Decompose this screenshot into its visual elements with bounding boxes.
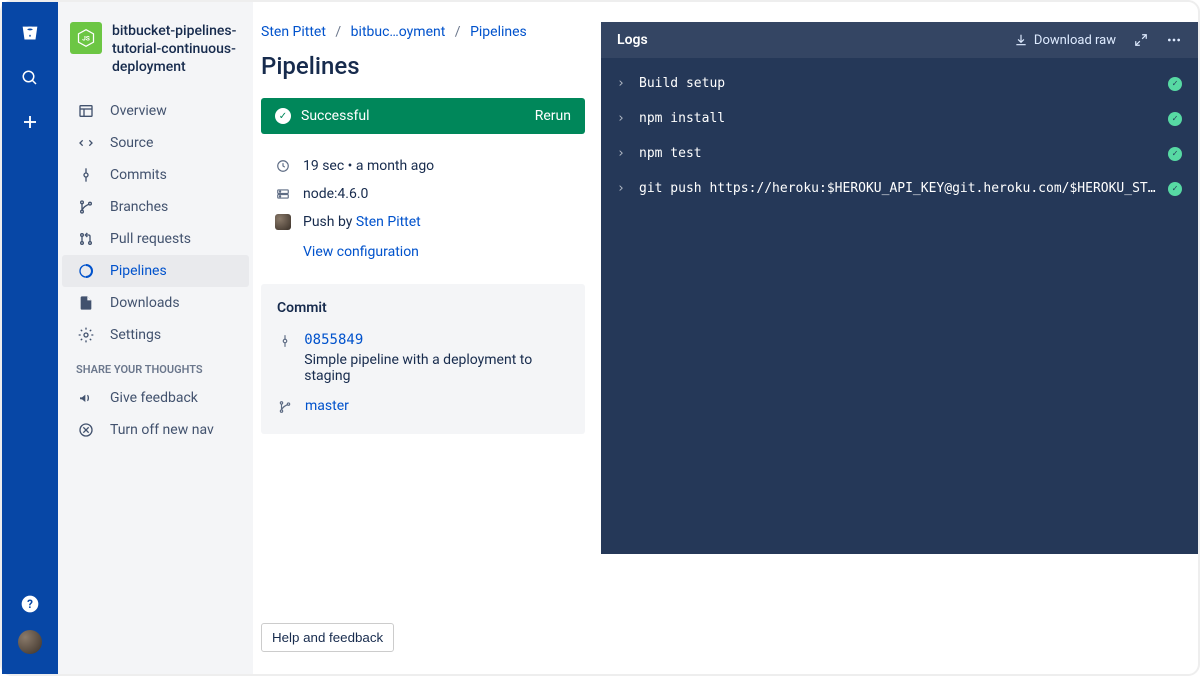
- chevron-right-icon: ›: [617, 111, 631, 126]
- source-icon: [76, 135, 96, 151]
- sidebar: JS bitbucket-pipelines-tutorial-continuo…: [58, 2, 253, 674]
- search-icon[interactable]: [18, 66, 42, 90]
- log-text: npm test: [639, 146, 1160, 161]
- log-line[interactable]: › git push https://heroku:$HEROKU_API_KE…: [617, 171, 1182, 206]
- sidebar-section-label: SHARE YOUR THOUGHTS: [62, 351, 249, 382]
- sidebar-item-label: Pipelines: [110, 263, 167, 279]
- breadcrumb-repo[interactable]: bitbuc…oyment: [351, 24, 446, 40]
- sidebar-item-label: Turn off new nav: [110, 422, 214, 438]
- commit-message: Simple pipeline with a deployment to sta…: [304, 352, 569, 384]
- help-feedback-button[interactable]: Help and feedback: [261, 623, 394, 652]
- logs-panel: Logs Download raw › Bu: [601, 22, 1198, 554]
- step-success-icon: ✓: [1168, 77, 1182, 91]
- breadcrumb-current[interactable]: Pipelines: [470, 24, 527, 40]
- download-raw-label: Download raw: [1034, 33, 1116, 48]
- more-icon[interactable]: [1166, 32, 1182, 48]
- create-icon[interactable]: [18, 110, 42, 134]
- author-row: Push by Sten Pittet: [261, 208, 585, 236]
- sidebar-item-overview[interactable]: Overview: [62, 95, 249, 127]
- sidebar-item-pull-requests[interactable]: Pull requests: [62, 223, 249, 255]
- branches-icon: [76, 199, 96, 215]
- step-success-icon: ✓: [1168, 147, 1182, 161]
- settings-icon: [76, 327, 96, 343]
- log-text: Build setup: [639, 76, 1160, 91]
- overview-icon: [76, 103, 96, 119]
- download-raw-button[interactable]: Download raw: [1014, 33, 1116, 48]
- log-text: npm install: [639, 111, 1160, 126]
- rerun-button[interactable]: Rerun: [535, 108, 571, 124]
- close-circle-icon: [76, 422, 96, 438]
- bitbucket-logo-icon[interactable]: [18, 22, 42, 46]
- pipelines-icon: [76, 263, 96, 279]
- image-text: node:4.6.0: [303, 186, 368, 202]
- megaphone-icon: [76, 390, 96, 406]
- logs-header: Logs Download raw: [601, 22, 1198, 58]
- status-label: Successful: [301, 108, 370, 124]
- log-line[interactable]: › npm test ✓: [617, 136, 1182, 171]
- pull-requests-icon: [76, 231, 96, 247]
- step-success-icon: ✓: [1168, 112, 1182, 126]
- branch-link[interactable]: master: [305, 398, 349, 414]
- duration-row: 19 sec • a month ago: [261, 152, 585, 180]
- duration-text: 19 sec • a month ago: [303, 158, 434, 174]
- expand-icon[interactable]: [1134, 33, 1148, 47]
- breadcrumbs: Sten Pittet / bitbuc…oyment / Pipelines: [261, 24, 585, 40]
- chevron-right-icon: ›: [617, 76, 631, 91]
- page-title: Pipelines: [261, 52, 585, 80]
- sidebar-item-settings[interactable]: Settings: [62, 319, 249, 351]
- project-name[interactable]: bitbucket-pipelines-tutorial-continuous-…: [112, 22, 241, 77]
- global-nav: ?: [2, 2, 58, 674]
- help-icon[interactable]: ?: [18, 592, 42, 616]
- image-row: node:4.6.0: [261, 180, 585, 208]
- commits-icon: [76, 167, 96, 183]
- log-line[interactable]: › npm install ✓: [617, 101, 1182, 136]
- sidebar-item-pipelines[interactable]: Pipelines: [62, 255, 249, 287]
- pipeline-detail-column: Sten Pittet / bitbuc…oyment / Pipelines …: [253, 2, 593, 674]
- commit-card: Commit 0855849 Simple pipeline with a de…: [261, 284, 585, 434]
- view-configuration-link[interactable]: View configuration: [303, 244, 419, 260]
- commit-heading: Commit: [277, 300, 569, 316]
- sidebar-item-label: Overview: [110, 103, 167, 119]
- chevron-right-icon: ›: [617, 146, 631, 161]
- logs-body: › Build setup ✓ › npm install ✓ › npm te…: [601, 58, 1198, 222]
- sidebar-item-label: Pull requests: [110, 231, 191, 247]
- main-content: Sten Pittet / bitbuc…oyment / Pipelines …: [253, 2, 1198, 674]
- sidebar-item-source[interactable]: Source: [62, 127, 249, 159]
- author-link[interactable]: Sten Pittet: [356, 214, 421, 230]
- sidebar-item-label: Source: [110, 135, 153, 151]
- sidebar-item-downloads[interactable]: Downloads: [62, 287, 249, 319]
- sidebar-item-label: Commits: [110, 167, 167, 183]
- log-text: git push https://heroku:$HEROKU_API_KEY@…: [639, 181, 1160, 196]
- svg-text:?: ?: [27, 597, 33, 611]
- project-header: JS bitbucket-pipelines-tutorial-continuo…: [62, 22, 249, 95]
- commit-icon: [277, 334, 292, 348]
- sidebar-item-commits[interactable]: Commits: [62, 159, 249, 191]
- pipeline-status-bar: ✓ Successful Rerun: [261, 98, 585, 134]
- step-success-icon: ✓: [1168, 182, 1182, 196]
- sidebar-item-turn-off-nav[interactable]: Turn off new nav: [62, 414, 249, 446]
- sidebar-item-branches[interactable]: Branches: [62, 191, 249, 223]
- nodejs-logo-icon: JS: [70, 22, 102, 54]
- breadcrumb-owner[interactable]: Sten Pittet: [261, 24, 326, 40]
- svg-text:JS: JS: [82, 35, 90, 43]
- logs-title: Logs: [617, 32, 648, 48]
- server-icon: [275, 187, 291, 201]
- success-check-icon: ✓: [275, 108, 291, 124]
- sidebar-item-label: Branches: [110, 199, 168, 215]
- sidebar-item-label: Settings: [110, 327, 161, 343]
- push-prefix: Push by: [303, 214, 356, 230]
- downloads-icon: [76, 295, 96, 311]
- sidebar-item-label: Downloads: [110, 295, 180, 311]
- user-avatar[interactable]: [18, 630, 42, 654]
- branch-icon: [277, 400, 293, 414]
- log-line[interactable]: › Build setup ✓: [617, 66, 1182, 101]
- author-avatar-icon: [275, 214, 291, 230]
- chevron-right-icon: ›: [617, 181, 631, 196]
- clock-icon: [275, 159, 291, 173]
- sidebar-item-feedback[interactable]: Give feedback: [62, 382, 249, 414]
- commit-hash-link[interactable]: 0855849: [304, 332, 569, 348]
- sidebar-item-label: Give feedback: [110, 390, 198, 406]
